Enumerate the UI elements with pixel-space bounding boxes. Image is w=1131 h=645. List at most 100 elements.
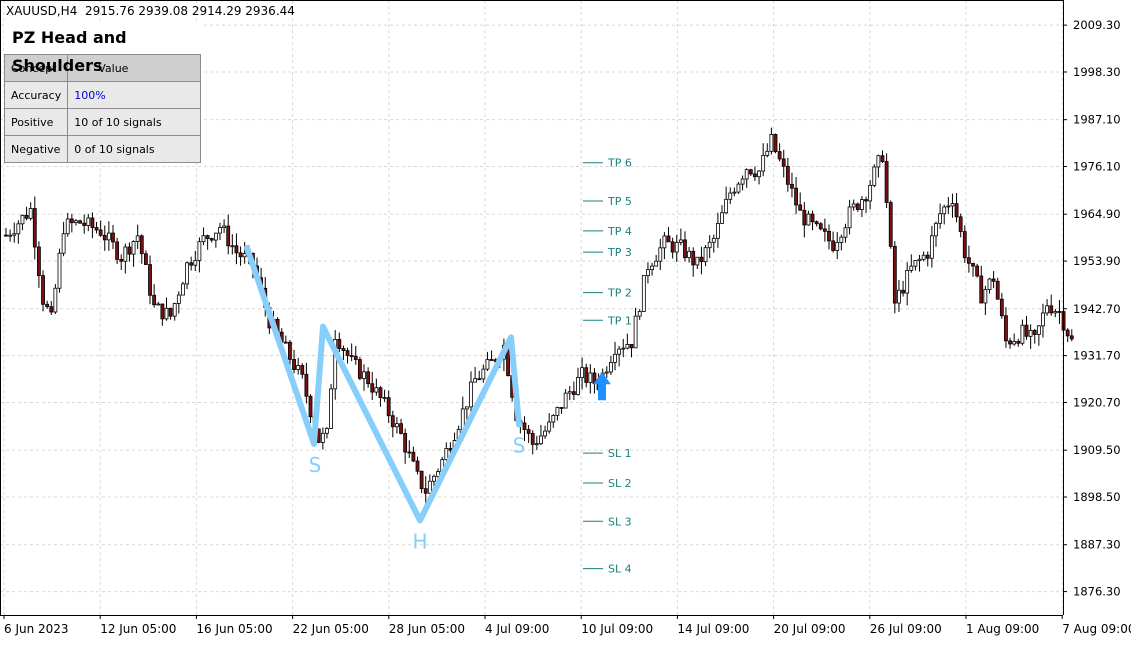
candle-body (370, 383, 375, 393)
candle (633, 307, 638, 349)
candle (181, 281, 185, 296)
candle (983, 285, 988, 316)
candle (851, 199, 856, 211)
candle (411, 446, 416, 463)
candle-body (448, 448, 453, 451)
candle-body (222, 225, 226, 229)
candle-body (1053, 311, 1058, 314)
candle-body (283, 341, 288, 344)
candle-body (366, 371, 371, 385)
candle-body (152, 294, 157, 306)
candle-body (522, 422, 527, 430)
candle-body (958, 216, 963, 232)
price-tick-label: 1909.50 (1073, 443, 1121, 457)
price-axis[interactable]: 2009.30 1998.30 1987.10 1976.10 1964.90 1953.… (1063, 18, 1121, 599)
candle-body (61, 233, 66, 254)
level-label: SL 4 (608, 563, 632, 576)
candle-body (798, 204, 803, 211)
candle (543, 425, 547, 439)
candle (818, 221, 823, 231)
candle-body (16, 223, 21, 235)
candle-body (971, 262, 975, 267)
candle (1032, 328, 1037, 344)
candle (197, 237, 202, 273)
candle-body (839, 236, 844, 243)
candle-body (831, 240, 836, 251)
candle (395, 416, 399, 434)
candle-body (847, 206, 852, 229)
candle (715, 212, 720, 248)
candle-body (773, 134, 778, 153)
candle (707, 235, 712, 259)
stop-loss-level: SL 4 (583, 563, 632, 576)
candle (399, 418, 403, 435)
candle (650, 262, 654, 276)
take-profit-level: TP 2 (583, 287, 632, 300)
candle (90, 212, 95, 239)
candle (691, 247, 696, 277)
candle (148, 255, 152, 305)
price-tick-label: 1942.70 (1073, 302, 1121, 316)
candle-body (156, 303, 161, 306)
candle-body (320, 432, 325, 443)
candle-body (917, 258, 922, 261)
candle-body (567, 391, 572, 394)
stats-table: Concept Value Accuracy 100% Positive 10 … (3, 54, 201, 163)
candle (382, 389, 387, 402)
candle-body (1016, 341, 1021, 344)
candle-body (1008, 340, 1012, 345)
candle-body (65, 218, 70, 235)
candle-body (625, 344, 630, 349)
candle (24, 206, 29, 221)
candle-body (777, 151, 782, 160)
candle-body (12, 233, 17, 236)
candle (765, 143, 770, 158)
level-label: TP 4 (607, 225, 632, 238)
candle-body (164, 307, 169, 320)
candle-body (699, 256, 704, 263)
candle-body (226, 225, 231, 247)
candle (362, 364, 366, 391)
candle-body (720, 212, 724, 224)
candle-body (8, 234, 13, 237)
candle (123, 243, 128, 274)
time-axis[interactable]: 6 Jun 2023 12 Jun 05:00 16 Jun 05:00 22 Jun… (3, 615, 1131, 636)
time-tick-label: 16 Jun 05:00 (196, 622, 272, 636)
price-tick-label: 2009.30 (1073, 18, 1121, 32)
candle (4, 227, 8, 237)
candle-body (650, 265, 654, 270)
candle-body (888, 202, 893, 247)
candle-body (851, 203, 856, 208)
symbol-name: XAUUSD,H4 (6, 4, 78, 18)
candle-body (687, 250, 691, 259)
candle-body (1012, 341, 1017, 345)
candle-body (444, 448, 449, 461)
candle (847, 199, 852, 235)
candle-body (135, 235, 140, 242)
candle (563, 389, 568, 409)
candle-body (115, 241, 120, 260)
candle (967, 245, 971, 273)
candle (213, 232, 218, 248)
candle-body (1024, 324, 1029, 337)
candle (37, 241, 41, 288)
candle (296, 357, 301, 375)
candle-body (736, 183, 741, 193)
candle-body (876, 155, 881, 168)
candle (732, 187, 737, 197)
candle-body (695, 256, 700, 266)
time-tick-label: 22 Jun 05:00 (293, 622, 369, 636)
candle (950, 193, 955, 218)
candle (938, 203, 943, 229)
candle (785, 157, 790, 192)
pattern-label-shoulder: S (309, 453, 322, 477)
candle-body (864, 199, 868, 202)
candle (218, 222, 222, 241)
candle-body (82, 222, 87, 226)
candle-body (678, 239, 683, 243)
candle (584, 363, 589, 388)
candle (888, 200, 893, 249)
candle (827, 224, 831, 250)
candle (979, 265, 984, 304)
candle (74, 219, 78, 226)
